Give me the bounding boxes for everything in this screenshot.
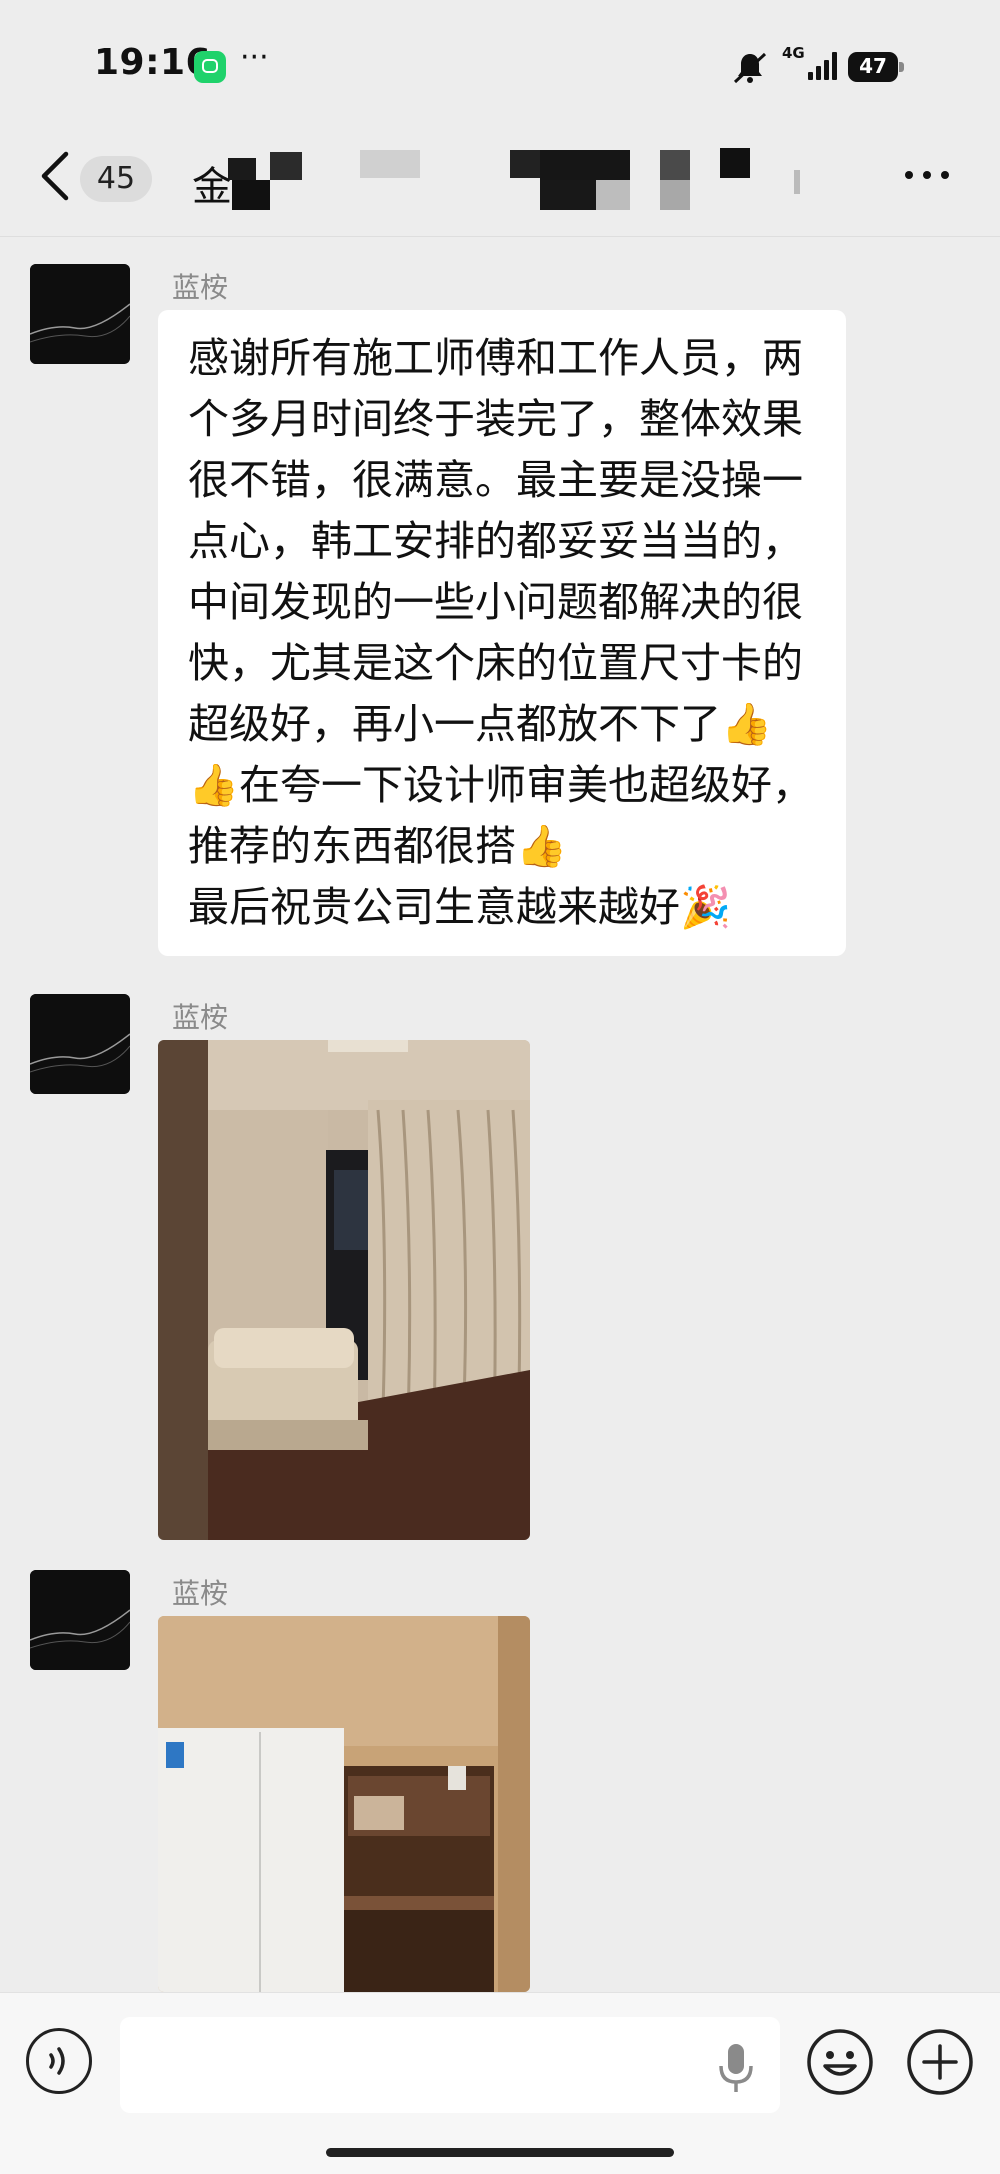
message-text: 感谢所有施工师傅和工作人员，两个多月时间终于装完了，整体效果很不错，很满意。最主… (188, 334, 814, 931)
battery-level: 47 (859, 54, 887, 78)
sender-name: 蓝桉 (172, 271, 229, 304)
sender-name: 蓝桉 (172, 1577, 229, 1610)
emoji-icon (807, 2029, 873, 2095)
fridge-cabinet-photo[interactable] (158, 1616, 530, 1992)
header-divider (0, 236, 1000, 237)
wechat-notification-icon (194, 51, 226, 83)
chat-title: 金 (192, 164, 232, 210)
more-options-button[interactable] (902, 160, 952, 190)
mic-icon[interactable] (716, 2040, 756, 2094)
living-room-sofa-photo[interactable] (158, 1040, 530, 1540)
plus-icon (907, 2029, 973, 2095)
more-actions-button[interactable] (906, 2028, 974, 2096)
signal-icon (808, 50, 842, 80)
emoji-button[interactable] (806, 2028, 874, 2096)
sender-name: 蓝桉 (172, 1001, 229, 1034)
home-indicator[interactable] (326, 2148, 674, 2157)
unread-count-badge[interactable]: 45 (80, 156, 152, 202)
back-button[interactable] (40, 150, 70, 202)
message-input[interactable] (120, 2017, 780, 2113)
sender-avatar[interactable] (30, 994, 130, 1094)
title-mosaic (0, 0, 1000, 230)
network-type: 4G (782, 44, 805, 62)
voice-icon (49, 2047, 65, 2075)
mute-bell-icon (733, 52, 767, 84)
sender-avatar[interactable] (30, 1570, 130, 1670)
voice-input-button[interactable] (26, 2028, 92, 2094)
sender-avatar[interactable] (30, 264, 130, 364)
battery-icon: 47 (848, 52, 904, 82)
more-icon (905, 171, 949, 179)
more-notifications-indicator: ··· (240, 40, 269, 75)
message-bubble[interactable]: 感谢所有施工师傅和工作人员，两个多月时间终于装完了，整体效果很不错，很满意。最主… (158, 310, 846, 956)
